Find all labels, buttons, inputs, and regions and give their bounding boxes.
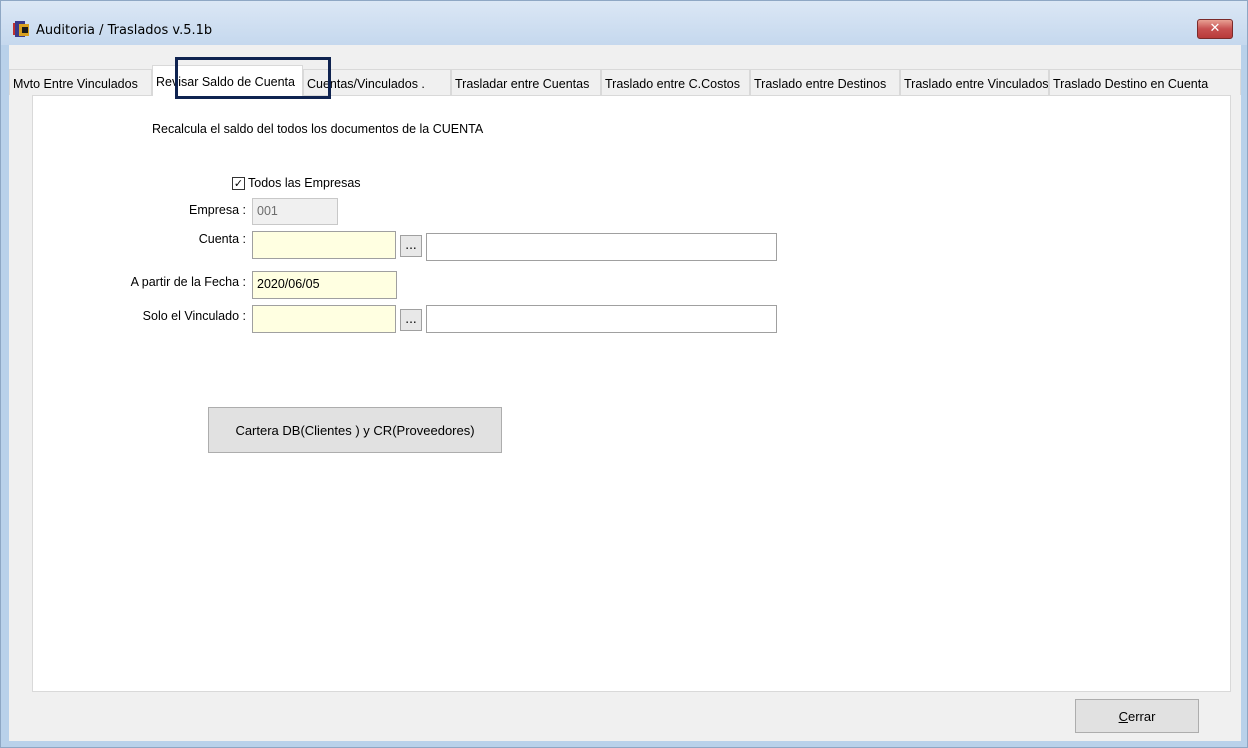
tab-label: Cuentas/Vinculados . xyxy=(307,77,425,91)
tab-traslado-destino-cuenta[interactable]: Traslado Destino en Cuenta xyxy=(1049,69,1241,95)
empresa-label: Empresa : xyxy=(189,203,246,217)
tab-cuentas-vinculados[interactable]: Cuentas/Vinculados . xyxy=(303,69,451,95)
tab-traslado-vinculados[interactable]: Traslado entre Vinculados xyxy=(900,69,1049,95)
close-icon: ✕ xyxy=(1209,21,1221,36)
tab-label: Traslado entre Destinos xyxy=(754,77,887,91)
title-bar[interactable]: Auditoria / Traslados v.5.1b ✕ xyxy=(1,1,1247,45)
tab-label: Traslado Destino en Cuenta xyxy=(1053,77,1209,91)
cartera-button-label: Cartera DB(Clientes ) y CR(Proveedores) xyxy=(235,422,475,438)
tab-mvto-entre-vinculados[interactable]: Mvto Entre Vinculados xyxy=(9,69,152,95)
tab-trasladar-entre-cuentas[interactable]: Trasladar entre Cuentas xyxy=(451,69,601,95)
vinculado-field[interactable] xyxy=(252,305,396,333)
cartera-button[interactable]: Cartera DB(Clientes ) y CR(Proveedores) xyxy=(208,407,502,453)
cuenta-field[interactable] xyxy=(252,231,396,259)
app-window: Auditoria / Traslados v.5.1b ✕ Mvto Entr… xyxy=(0,0,1248,748)
vinculado-lookup-button[interactable]: ... xyxy=(400,309,422,331)
tab-label: Traslado entre C.Costos xyxy=(605,77,741,91)
empresa-field[interactable]: 001 xyxy=(252,198,338,225)
tab-label: Trasladar entre Cuentas xyxy=(455,77,590,91)
cuenta-label: Cuenta : xyxy=(198,232,246,246)
tab-label: Revisar Saldo de Cuenta xyxy=(156,75,295,89)
cerrar-accel-letter: C xyxy=(1118,708,1128,724)
tab-traslado-destinos[interactable]: Traslado entre Destinos xyxy=(750,69,900,95)
tab-traslado-ccostos[interactable]: Traslado entre C.Costos xyxy=(601,69,750,95)
cerrar-button[interactable]: Cerrar xyxy=(1075,699,1199,733)
check-icon: ✓ xyxy=(233,177,244,190)
cuenta-lookup-button[interactable]: ... xyxy=(400,235,422,257)
tab-label: Traslado entre Vinculados xyxy=(904,77,1049,91)
fecha-label: A partir de la Fecha : xyxy=(130,275,246,289)
vinculado-label: Solo el Vinculado : xyxy=(142,309,246,323)
tab-label: Mvto Entre Vinculados xyxy=(13,77,138,91)
tab-revisar-saldo[interactable]: Revisar Saldo de Cuenta xyxy=(152,65,303,96)
client-area: Mvto Entre Vinculados Revisar Saldo de C… xyxy=(9,45,1241,741)
description-text: Recalcula el saldo del todos los documen… xyxy=(152,122,484,136)
vinculado-name-field[interactable] xyxy=(426,305,777,333)
fecha-field[interactable]: 2020/06/05 xyxy=(252,271,397,299)
tab-strip: Mvto Entre Vinculados Revisar Saldo de C… xyxy=(9,65,1241,96)
tab-panel: Recalcula el saldo del todos los documen… xyxy=(32,95,1231,692)
todas-empresas-label[interactable]: Todos las Empresas xyxy=(248,176,361,190)
close-button[interactable]: ✕ xyxy=(1197,19,1233,39)
cerrar-label: errar xyxy=(1127,708,1156,724)
todas-empresas-checkbox[interactable]: ✓ xyxy=(232,177,245,190)
window-title: Auditoria / Traslados v.5.1b xyxy=(36,23,213,38)
app-icon xyxy=(13,21,29,37)
cuenta-name-field[interactable] xyxy=(426,233,777,261)
